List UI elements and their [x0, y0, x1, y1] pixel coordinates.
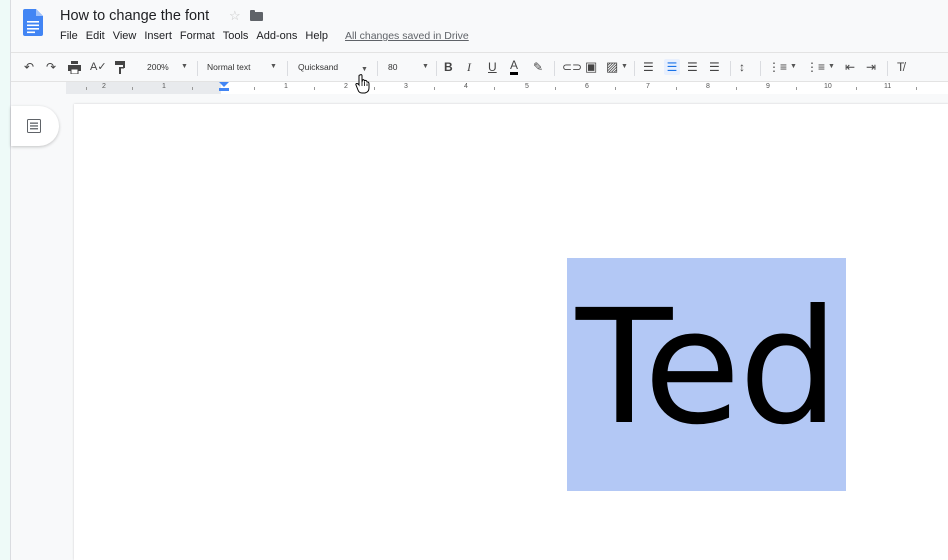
numbered-list-caret-icon[interactable]: ▼ — [790, 59, 797, 75]
ruler-tick — [555, 87, 556, 90]
ruler-tick — [192, 87, 193, 90]
numbered-list-icon[interactable]: ⋮≡ — [768, 59, 787, 75]
toolbar-divider — [887, 61, 888, 76]
document-outline-button[interactable] — [11, 106, 59, 146]
font-size-caret-icon[interactable]: ▼ — [422, 59, 429, 75]
align-center-icon[interactable]: ☰ — [664, 59, 680, 75]
increase-indent-icon[interactable]: ⇥ — [866, 59, 876, 75]
first-line-indent-marker[interactable] — [219, 82, 229, 87]
ruler-tick — [494, 87, 495, 90]
ruler-tick — [856, 87, 857, 90]
menu-format[interactable]: Format — [180, 30, 215, 42]
insert-image-icon[interactable]: ▨ — [606, 59, 618, 75]
menu-edit[interactable]: Edit — [86, 30, 105, 42]
underline-button[interactable]: U — [488, 59, 497, 75]
ruler-tick — [796, 87, 797, 90]
bulleted-list-caret-icon[interactable]: ▼ — [828, 59, 835, 75]
style-select[interactable]: Normal text — [207, 59, 250, 75]
justify-icon[interactable]: ☰ — [709, 59, 720, 75]
toolbar-divider — [197, 61, 198, 76]
star-icon[interactable]: ☆ — [229, 8, 241, 24]
menu-view[interactable]: View — [113, 30, 137, 42]
zoom-select[interactable]: 200% — [147, 59, 169, 75]
bold-button[interactable]: B — [444, 59, 453, 75]
folder-icon[interactable] — [250, 10, 263, 21]
ruler-label: 1 — [284, 83, 288, 90]
ruler-label: 2 — [102, 83, 106, 90]
toolbar-divider — [554, 61, 555, 76]
ruler-label: 1 — [162, 83, 166, 90]
clear-formatting-icon[interactable]: T̸ — [897, 59, 904, 75]
outline-list-icon — [27, 119, 41, 133]
link-icon[interactable]: ⊂⊃ — [562, 59, 582, 75]
menu-help[interactable]: Help — [305, 30, 328, 42]
docs-logo-icon[interactable] — [23, 9, 43, 36]
toolbar: ↶ ↷ A✓ 200% ▼ Normal text ▼ Quicksand ▼ … — [11, 52, 948, 82]
ruler-label: 7 — [646, 83, 650, 90]
decrease-indent-icon[interactable]: ⇤ — [845, 59, 855, 75]
menu-tools[interactable]: Tools — [223, 30, 249, 42]
hand-cursor-icon — [355, 74, 370, 94]
menubar: File Edit View Insert Format Tools Add-o… — [60, 30, 469, 42]
toolbar-divider — [760, 61, 761, 76]
toolbar-divider — [287, 61, 288, 76]
ruler-tick — [132, 87, 133, 90]
ruler-label: 8 — [706, 83, 710, 90]
redo-icon[interactable]: ↷ — [46, 59, 56, 75]
ruler-tick — [615, 87, 616, 90]
ruler-tick — [676, 87, 677, 90]
ruler-label: 3 — [404, 83, 408, 90]
selected-document-text[interactable]: Ted — [567, 252, 846, 485]
insert-comment-icon[interactable]: ▣ — [585, 59, 597, 75]
print-icon[interactable] — [68, 61, 81, 74]
ruler-tick — [86, 87, 87, 90]
menu-insert[interactable]: Insert — [144, 30, 172, 42]
ruler-label: 11 — [884, 83, 892, 90]
toolbar-divider — [436, 61, 437, 76]
zoom-caret-icon[interactable]: ▼ — [181, 59, 188, 75]
left-indent-marker[interactable] — [219, 88, 229, 91]
toolbar-divider — [634, 61, 635, 76]
ruler-tick — [374, 87, 375, 90]
line-spacing-icon[interactable]: ↕ — [739, 59, 745, 75]
italic-button[interactable]: I — [467, 59, 471, 75]
menu-addons[interactable]: Add-ons — [256, 30, 297, 42]
ruler-tick — [434, 87, 435, 90]
horizontal-ruler[interactable]: 2 1 1 2 3 4 5 6 7 8 9 10 11 — [66, 82, 948, 94]
ruler-tick — [916, 87, 917, 90]
document-title[interactable]: How to change the font — [60, 8, 209, 24]
spellcheck-icon[interactable]: A✓ — [90, 59, 107, 75]
align-right-icon[interactable]: ☰ — [687, 59, 698, 75]
ruler-label: 5 — [525, 83, 529, 90]
text-color-button[interactable]: A — [510, 59, 519, 75]
ruler-label: 9 — [766, 83, 770, 90]
font-select[interactable]: Quicksand — [298, 59, 338, 75]
font-size-input[interactable]: 80 — [388, 59, 397, 75]
undo-icon[interactable]: ↶ — [24, 59, 34, 75]
docs-window: How to change the font ☆ File Edit View … — [10, 0, 948, 560]
ruler-tick — [314, 87, 315, 90]
ruler-tick — [736, 87, 737, 90]
save-status-link[interactable]: All changes saved in Drive — [345, 30, 469, 42]
toolbar-divider — [730, 61, 731, 76]
menu-file[interactable]: File — [60, 30, 78, 42]
toolbar-divider — [377, 61, 378, 76]
ruler-label: 6 — [585, 83, 589, 90]
ruler-label: 10 — [824, 83, 832, 90]
ruler-label: 4 — [464, 83, 468, 90]
paint-format-icon[interactable] — [115, 61, 126, 74]
style-caret-icon[interactable]: ▼ — [270, 59, 277, 75]
ruler-tick — [254, 87, 255, 90]
ruler-label: 2 — [344, 83, 348, 90]
align-left-icon[interactable]: ☰ — [643, 59, 654, 75]
highlight-color-icon[interactable]: ✎ — [533, 59, 543, 75]
image-caret-icon[interactable]: ▼ — [621, 59, 628, 75]
bulleted-list-icon[interactable]: ⋮≡ — [806, 59, 825, 75]
